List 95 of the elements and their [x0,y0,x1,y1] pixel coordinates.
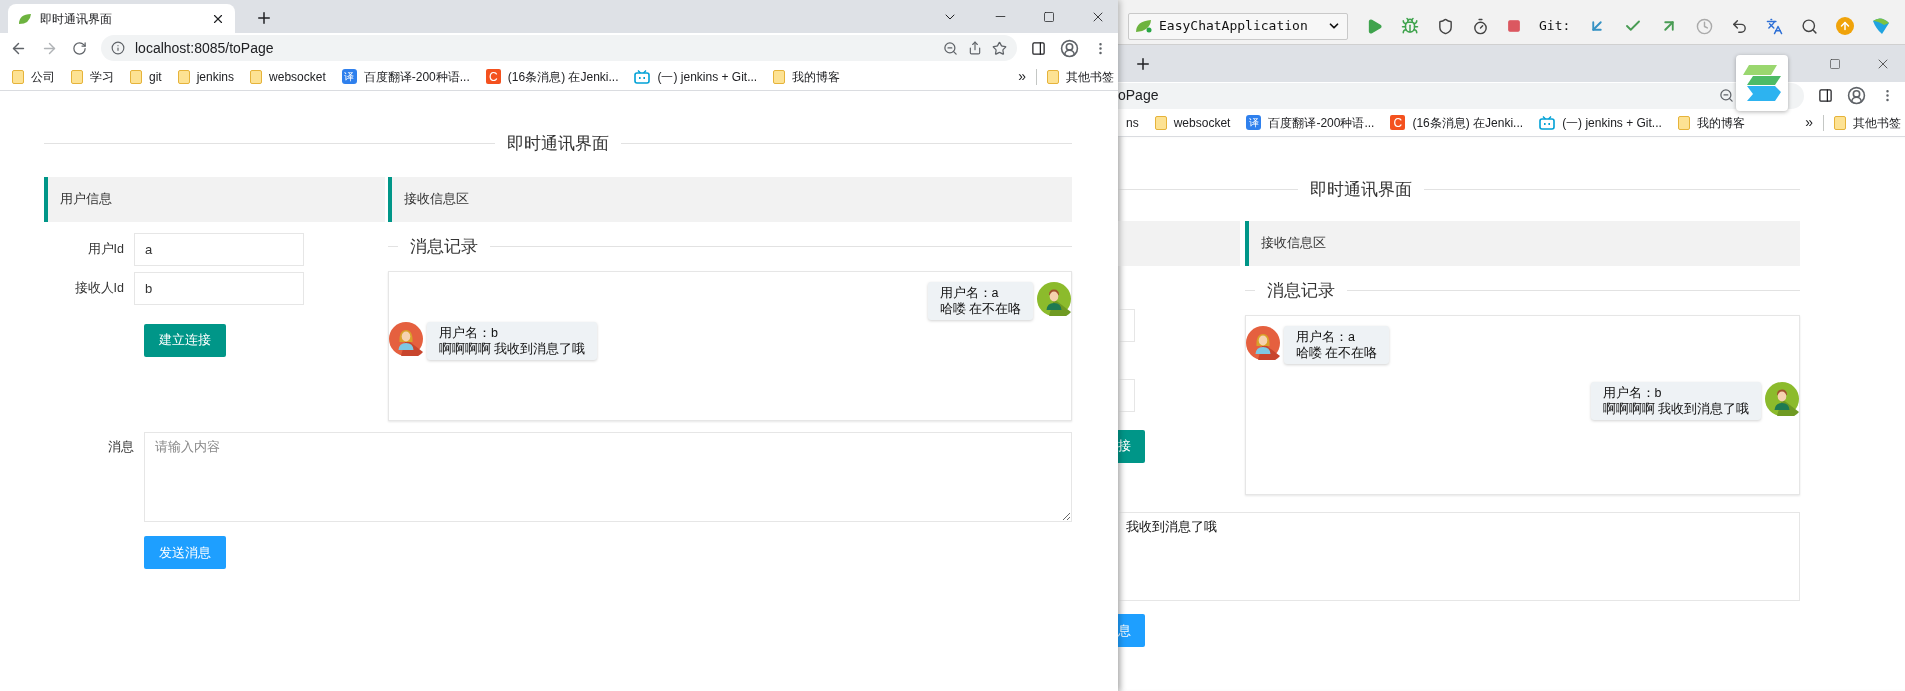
folder-icon [1677,115,1690,130]
debug-icon[interactable] [1401,17,1419,35]
leaf-icon [1135,19,1153,33]
bookmark[interactable]: (一) jenkins + Git... [1531,113,1670,132]
field-label: 用户Id [86,240,125,258]
reload-icon[interactable] [72,40,87,56]
bookmark[interactable]: websocket [242,67,334,86]
profile-icon[interactable] [1060,38,1079,58]
zoom-out-icon[interactable] [943,40,958,56]
input-field[interactable]: a [134,232,304,266]
message-username: 用户名：a [939,285,1000,301]
bookmark[interactable]: jenkins [169,67,243,86]
run-icon[interactable] [1366,17,1383,35]
shield-icon[interactable] [1437,17,1454,35]
folder-icon [12,69,24,84]
run-config-dropdown[interactable]: EasyChatApplication [1128,12,1348,40]
section-title: 消息记录 [1266,279,1336,302]
page-title: 即时通讯界面 [1309,179,1413,201]
profiler-icon[interactable] [1472,17,1489,35]
message-text: 哈喽 在不在咯 [939,301,1021,317]
address-bar[interactable]: localhost:8085/toPage [101,35,1017,61]
folder-icon [1154,115,1167,130]
connect-button[interactable]: 接 [1118,429,1145,463]
folder-icon [1047,69,1059,84]
folder-icon [177,69,190,84]
maximize-icon[interactable] [1043,10,1055,23]
tv-icon [634,69,651,84]
page-title: 即时通讯界面 [506,133,610,155]
profile-icon[interactable] [1847,86,1866,105]
bookmark[interactable]: ns [1118,113,1147,132]
bookmark[interactable]: 我的博客 [1669,113,1753,132]
tv-icon [1539,115,1556,130]
translate-icon: 译 [341,69,357,84]
folder-icon [1834,115,1846,130]
side-panel-icon[interactable] [1818,88,1833,103]
address-bar[interactable]: oPage [1118,82,1804,109]
message-username: 用户名：a [1296,329,1356,345]
input-field[interactable] [1118,308,1135,342]
bookmark[interactable]: C (16条消息) 在Jenki... [477,67,627,86]
csdn-icon: C [1390,115,1406,130]
message-text: 哈喽 在不在咯 [1296,345,1378,361]
more-bookmarks-button[interactable]: » [1012,66,1032,87]
folder-icon [71,69,83,84]
avatar-icon [1246,326,1280,360]
bookmark[interactable]: websocket [1146,113,1239,132]
undo-icon[interactable] [1731,17,1749,35]
message-input[interactable]: 我收到消息了哦 [1118,512,1800,601]
field-label: 接收人Id [73,279,125,297]
more-bookmarks-button[interactable]: » [1799,112,1819,133]
browser-tab[interactable]: 即时通讯界面 [8,4,235,33]
panel-title: 接收信息区 [404,190,469,208]
leaf-icon [18,12,32,25]
avatar-icon [1037,282,1071,316]
bookmark[interactable]: 其他书签 [1041,67,1118,86]
bookmark[interactable]: 我的博客 [765,67,849,86]
bookmark-star-icon[interactable] [992,40,1007,56]
message-username: 用户名：b [439,325,499,341]
bookmark[interactable]: 公司 [4,67,63,86]
bookmark[interactable]: 其他书签 [1828,113,1905,132]
avatar-icon [1765,382,1799,416]
section-title: 消息记录 [409,235,479,258]
field-label: 消息 [107,439,135,456]
message-text: 啊啊啊啊 我收到消息了哦 [1602,401,1749,417]
message-username: 用户名：b [1602,385,1663,401]
translate-icon[interactable] [1766,17,1784,35]
share-icon[interactable] [968,41,982,55]
info-icon [111,41,125,55]
message-input[interactable]: 请输入内容 [144,432,1072,522]
folder-icon [773,69,786,84]
bookmark[interactable]: git [122,67,170,86]
avatar-icon [389,322,423,356]
side-panel-icon[interactable] [1031,40,1046,56]
tab-title: 即时通讯界面 [40,10,113,28]
new-tab-icon[interactable] [255,9,273,27]
zoom-out-icon[interactable] [1719,88,1734,103]
git-label: Git: [1539,17,1571,36]
panel-title: 接收信息区 [1261,234,1326,252]
bookmark[interactable]: 学习 [63,67,122,86]
panel-title: 用户信息 [60,190,112,208]
connect-button[interactable]: 建立连接 [144,323,226,357]
stop-icon[interactable] [1507,19,1521,33]
input-field[interactable] [1118,378,1135,412]
message-text: 啊啊啊啊 我收到消息了哦 [439,341,586,357]
bookmark[interactable]: 译 百度翻译-200种语... [1238,113,1383,132]
folder-icon [130,69,142,84]
search-icon[interactable] [1801,17,1819,35]
maximize-icon[interactable] [1829,57,1841,70]
folder-icon [250,69,263,84]
bookmark[interactable]: (一) jenkins + Git... [626,67,766,86]
input-field[interactable]: b [134,271,304,305]
app-logo-icon[interactable] [1872,17,1891,35]
bookmark[interactable]: C (16条消息) 在Jenki... [1382,113,1532,132]
translate-icon: 译 [1246,115,1262,130]
csdn-icon: C [485,69,501,84]
bookmark[interactable]: 译 百度翻译-200种语... [333,67,478,86]
